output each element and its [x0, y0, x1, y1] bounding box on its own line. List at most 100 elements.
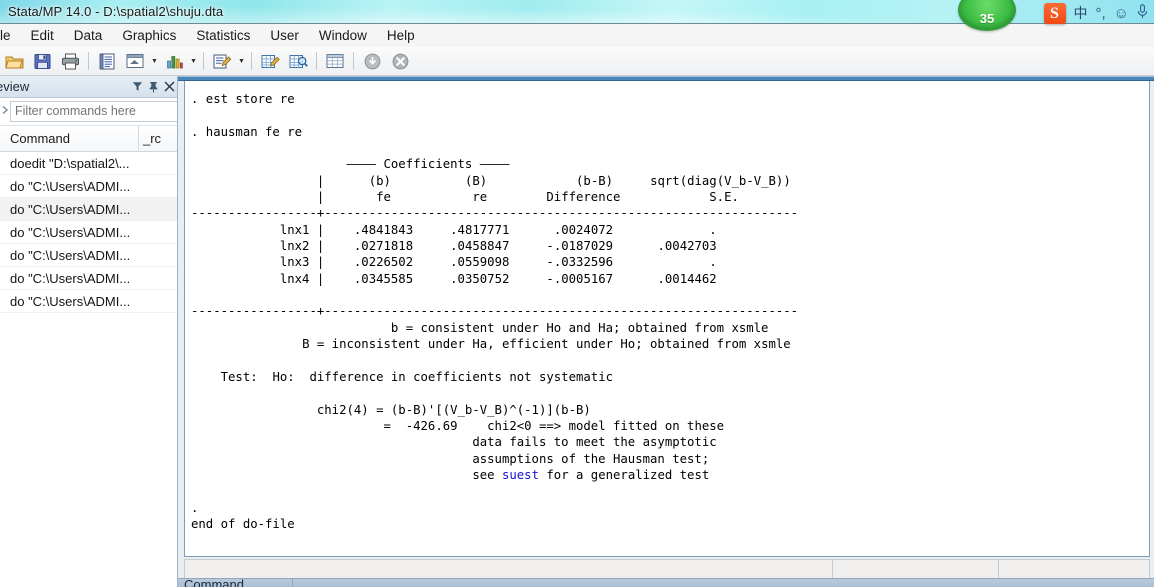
- filter-icon[interactable]: [129, 78, 145, 96]
- results-output-area[interactable]: . est store re . hausman fe re ———— Coef…: [184, 81, 1150, 557]
- review-panel-header: eview: [0, 76, 177, 98]
- chevron-right-glyph: [2, 105, 9, 115]
- open-icon[interactable]: [1, 49, 27, 73]
- results-row-diff: -.0187029: [546, 239, 614, 254]
- ime-emoji-icon[interactable]: ☺: [1114, 6, 1129, 21]
- list-item[interactable]: do "C:\Users\ADMI...: [0, 290, 177, 313]
- results-row-var: lnx2: [279, 239, 310, 254]
- results-row-se: .: [709, 222, 717, 237]
- results-test-line: Test: Ho: difference in coefficients not…: [220, 369, 614, 384]
- list-item[interactable]: do "C:\Users\ADMI...: [0, 244, 177, 267]
- menu-file[interactable]: ile: [0, 26, 21, 45]
- results-chi2-note-3: assumptions of the Hausman test;: [472, 451, 710, 466]
- toolbar-separator: [316, 52, 317, 70]
- main-toolbar: ▼ ▼ ▼: [0, 47, 1154, 76]
- close-icon[interactable]: [161, 78, 177, 96]
- do-editor-dropdown-caret-icon[interactable]: ▼: [236, 49, 247, 73]
- filter-prefix-icon: [0, 105, 10, 118]
- review-column-command[interactable]: Command: [0, 131, 138, 146]
- ime-language-toggle[interactable]: 中: [1074, 6, 1088, 20]
- results-chi2-value: -426.69: [405, 418, 458, 433]
- results-row-b: .4841843: [353, 222, 414, 237]
- review-command-list: doedit "D:\spatial2\... do "C:\Users\ADM…: [0, 152, 177, 313]
- ime-microphone-icon[interactable]: [1137, 4, 1148, 22]
- list-item[interactable]: do "C:\Users\ADMI...: [0, 175, 177, 198]
- results-row-var: lnx3: [279, 255, 310, 270]
- results-row-diff: -.0332596: [546, 255, 614, 270]
- review-column-rc[interactable]: _rc: [139, 131, 177, 146]
- results-note-B: B = inconsistent under Ha, efficient und…: [302, 337, 791, 352]
- list-item[interactable]: do "C:\Users\ADMI...: [0, 198, 177, 221]
- menu-data[interactable]: Data: [64, 26, 113, 45]
- results-chi2-note-2: data fails to meet the asymptotic: [472, 435, 717, 450]
- do-file-editor-glyph: [213, 54, 231, 68]
- menu-window[interactable]: Window: [309, 26, 377, 45]
- review-column-headers: Command _rc: [0, 126, 177, 152]
- command-panel-divider: [291, 579, 293, 587]
- filter-commands-input[interactable]: [10, 101, 177, 122]
- results-note-b: b = consistent under Ho and Ha; obtained…: [390, 320, 769, 335]
- bar-chart-glyph: [166, 56, 183, 69]
- suest-link[interactable]: suest: [502, 468, 539, 482]
- results-th-diff: Difference: [546, 190, 621, 205]
- green-count-badge-label: 35: [979, 11, 995, 26]
- menu-help[interactable]: Help: [377, 26, 425, 45]
- results-row-diff: -.0005167: [546, 271, 614, 286]
- stata-application-window: Stata/MP 14.0 - D:\spatial2\shuju.dta 35…: [0, 0, 1154, 587]
- funnel-glyph: [132, 82, 142, 91]
- menu-graphics[interactable]: Graphics: [112, 26, 186, 45]
- toolbar-separator: [353, 52, 354, 70]
- results-row-b: .0345585: [353, 271, 414, 286]
- save-icon[interactable]: [29, 49, 55, 73]
- results-th-se: S.E.: [709, 190, 739, 205]
- status-cell-right: [999, 560, 1149, 579]
- review-panel-title: eview: [0, 79, 30, 94]
- data-editor-edit-icon[interactable]: [257, 49, 283, 73]
- results-window: . est store re . hausman fe re ———— Coef…: [178, 76, 1154, 587]
- results-end-of-dofile: end of do-file: [191, 516, 295, 531]
- ime-punctuation-toggle[interactable]: °,: [1096, 6, 1106, 21]
- variables-grid-glyph: [326, 54, 344, 68]
- toolbar-separator: [88, 52, 89, 70]
- menu-edit[interactable]: Edit: [21, 26, 64, 45]
- results-row-diff: .0024072: [553, 222, 614, 237]
- results-chi2-note-1: chi2<0 ==> model fitted on these: [487, 418, 725, 433]
- more-icon[interactable]: [359, 49, 385, 73]
- variables-manager-icon[interactable]: [322, 49, 348, 73]
- viewer-window-glyph: [126, 54, 144, 68]
- results-th-re: re: [472, 190, 488, 205]
- results-th-bB: (b-B): [576, 173, 614, 188]
- data-editor-browse-icon[interactable]: [285, 49, 311, 73]
- results-final-prompt: .: [191, 549, 199, 557]
- viewer-dropdown-caret-icon[interactable]: ▼: [149, 49, 160, 73]
- menu-user[interactable]: User: [260, 26, 309, 45]
- pin-icon[interactable]: [145, 78, 161, 96]
- do-editor-icon[interactable]: [209, 49, 235, 73]
- graph-icon[interactable]: [161, 49, 187, 73]
- results-th-fe: fe: [376, 190, 391, 205]
- download-circle-glyph: [364, 53, 380, 69]
- log-icon[interactable]: [94, 49, 120, 73]
- sogou-logo-icon[interactable]: S: [1043, 2, 1066, 24]
- viewer-icon[interactable]: [122, 49, 148, 73]
- break-icon[interactable]: [387, 49, 413, 73]
- list-item[interactable]: do "C:\Users\ADMI...: [0, 221, 177, 244]
- print-icon[interactable]: [57, 49, 83, 73]
- results-th-b: (b): [368, 173, 391, 188]
- break-stop-circle-glyph: [392, 53, 408, 69]
- list-item[interactable]: do "C:\Users\ADMI...: [0, 267, 177, 290]
- sogou-ime-toolbar[interactable]: S 中 °, ☺: [1043, 1, 1153, 25]
- toolbar-separator: [251, 52, 252, 70]
- toolbar-separator: [203, 52, 204, 70]
- list-item[interactable]: doedit "D:\spatial2\...: [0, 152, 177, 175]
- data-browse-magnifier-glyph: [289, 54, 308, 68]
- printer-glyph: [61, 53, 79, 69]
- results-line-est-store: . est store re: [191, 92, 295, 106]
- menu-statistics[interactable]: Statistics: [186, 26, 260, 45]
- command-panel[interactable]: Command: [178, 578, 1154, 587]
- floppy-disk-glyph: [34, 53, 50, 69]
- status-cell-mid: [833, 560, 999, 579]
- graph-dropdown-caret-icon[interactable]: ▼: [188, 49, 199, 73]
- review-filter-row: !: [0, 98, 177, 126]
- close-x-glyph: [164, 81, 174, 92]
